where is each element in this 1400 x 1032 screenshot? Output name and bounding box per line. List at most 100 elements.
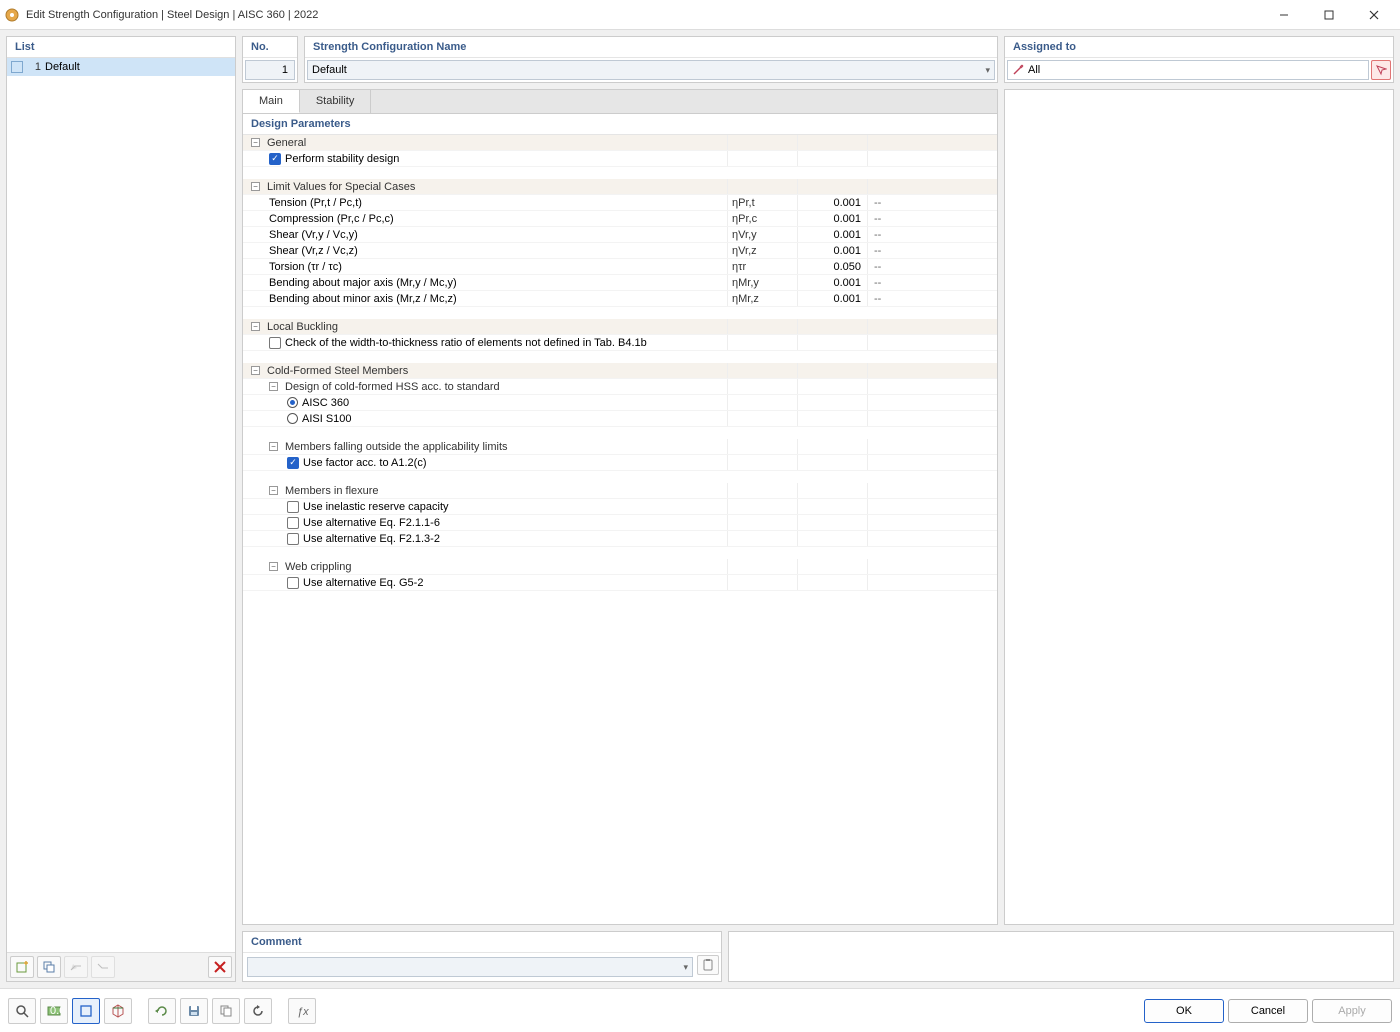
limit-row[interactable]: Shear (Vr,z / Vc,z) ηVr,z 0.001 -- [243, 243, 997, 259]
collapse-icon[interactable]: − [251, 138, 260, 147]
limit-row[interactable]: Bending about minor axis (Mr,z / Mc,z) η… [243, 291, 997, 307]
number-label: No. [243, 37, 297, 58]
group-local-buckling[interactable]: −Local Buckling [243, 319, 997, 335]
checkbox-perform-stability[interactable] [269, 153, 281, 165]
function-icon-button[interactable]: ƒх [288, 998, 316, 1024]
collapse-icon[interactable]: − [251, 182, 260, 191]
title-bar: Edit Strength Configuration | Steel Desi… [0, 0, 1400, 30]
window-title: Edit Strength Configuration | Steel Desi… [26, 9, 1261, 21]
group-general[interactable]: −General [243, 135, 997, 151]
checkbox-alt-f2116[interactable] [287, 517, 299, 529]
row-alt-f2116[interactable]: Use alternative Eq. F2.1.1-6 [243, 515, 997, 531]
collapse-icon[interactable]: − [251, 366, 260, 375]
copy-button[interactable] [37, 956, 61, 978]
comment-field[interactable]: ▾ [247, 957, 693, 977]
comment-label: Comment [243, 932, 721, 953]
name-value: Default [312, 64, 347, 76]
row-aisi-s100[interactable]: AISI S100 [243, 411, 997, 427]
collapse-icon[interactable]: − [269, 442, 278, 451]
save-icon-button[interactable] [180, 998, 208, 1024]
collapse-icon[interactable]: − [269, 562, 278, 571]
refresh-icon-button[interactable] [244, 998, 272, 1024]
row-alt-g52[interactable]: Use alternative Eq. G5-2 [243, 575, 997, 591]
view-icon-button[interactable] [72, 998, 100, 1024]
name-box: Strength Configuration Name Default ▾ [304, 36, 998, 83]
assigned-value: All [1028, 64, 1040, 76]
bottom-toolbar: 0.0 ƒх OK Cancel Apply [0, 988, 1400, 1032]
row-alt-f2132[interactable]: Use alternative Eq. F2.1.3-2 [243, 531, 997, 547]
assigned-label: Assigned to [1005, 37, 1393, 58]
assigned-box: Assigned to All [1004, 36, 1394, 83]
svg-text:ƒх: ƒх [297, 1006, 309, 1018]
limit-row[interactable]: Tension (Pr,t / Pc,t) ηPr,t 0.001 -- [243, 195, 997, 211]
tab-stability[interactable]: Stability [300, 90, 372, 113]
group-members-flexure[interactable]: −Members in flexure [243, 483, 997, 499]
radio-aisi-s100[interactable] [287, 413, 298, 424]
collapse-icon[interactable]: − [269, 382, 278, 391]
checkbox-alt-g52[interactable] [287, 577, 299, 589]
group-limit-values[interactable]: −Limit Values for Special Cases [243, 179, 997, 195]
app-icon [4, 7, 20, 23]
tab-main[interactable]: Main [243, 90, 300, 113]
chevron-down-icon: ▾ [683, 962, 688, 973]
comment-box: Comment ▾ [242, 931, 722, 982]
copy-icon-button[interactable] [212, 998, 240, 1024]
group-cold-formed[interactable]: −Cold-Formed Steel Members [243, 363, 997, 379]
checkbox-use-factor-a12c[interactable] [287, 457, 299, 469]
list-toolbar [7, 952, 235, 981]
row-name: Default [45, 61, 80, 73]
row-number: 1 [27, 61, 41, 73]
chevron-down-icon: ▾ [985, 65, 990, 76]
group-web-crippling[interactable]: −Web crippling [243, 559, 997, 575]
list-row[interactable]: 1 Default [7, 58, 235, 76]
number-box: No. 1 [242, 36, 298, 83]
list-header: List [7, 37, 235, 58]
group-members-outside[interactable]: −Members falling outside the applicabili… [243, 439, 997, 455]
tab-strip: Main Stability [242, 89, 998, 113]
model-icon-button[interactable] [104, 998, 132, 1024]
checkbox-inelastic-reserve[interactable] [287, 501, 299, 513]
radio-aisc360[interactable] [287, 397, 298, 408]
group-design-cf-hss[interactable]: −Design of cold-formed HSS acc. to stand… [243, 379, 997, 395]
checkbox-width-thickness[interactable] [269, 337, 281, 349]
collapse-icon[interactable]: − [269, 486, 278, 495]
apply-button[interactable]: Apply [1312, 999, 1392, 1023]
row-width-thickness[interactable]: Check of the width-to-thickness ratio of… [243, 335, 997, 351]
limit-row[interactable]: Shear (Vr,y / Vc,y) ηVr,y 0.001 -- [243, 227, 997, 243]
units-icon-button[interactable]: 0.0 [40, 998, 68, 1024]
delete-button[interactable] [208, 956, 232, 978]
tool-button-3[interactable] [64, 956, 88, 978]
minimize-button[interactable] [1261, 1, 1306, 29]
list-body: 1 Default [7, 58, 235, 952]
row-use-factor-a12c[interactable]: Use factor acc. to A1.2(c) [243, 455, 997, 471]
close-button[interactable] [1351, 1, 1396, 29]
tool-button-4[interactable] [91, 956, 115, 978]
name-label: Strength Configuration Name [305, 37, 997, 58]
limit-row[interactable]: Compression (Pr,c / Pc,c) ηPr,c 0.001 -- [243, 211, 997, 227]
preview-panel [1004, 89, 1394, 925]
row-icon [11, 61, 23, 73]
number-field[interactable]: 1 [245, 60, 295, 80]
comment-side-panel [728, 931, 1394, 982]
row-perform-stability[interactable]: Perform stability design [243, 151, 997, 167]
svg-text:0.0: 0.0 [50, 1005, 61, 1017]
new-button[interactable] [10, 956, 34, 978]
list-panel: List 1 Default [6, 36, 236, 982]
wand-icon [1012, 64, 1024, 76]
name-combo[interactable]: Default ▾ [307, 60, 995, 80]
assigned-field[interactable]: All [1007, 60, 1369, 80]
limit-row[interactable]: Torsion (τr / τc) ητr 0.050 -- [243, 259, 997, 275]
search-icon-button[interactable] [8, 998, 36, 1024]
run-icon-button[interactable] [148, 998, 176, 1024]
parameters-tree: −General Perform stability design −Limit… [243, 135, 997, 591]
collapse-icon[interactable]: − [251, 322, 260, 331]
comment-paste-button[interactable] [697, 955, 719, 975]
limit-row[interactable]: Bending about major axis (Mr,y / Mc,y) η… [243, 275, 997, 291]
row-aisc360[interactable]: AISC 360 [243, 395, 997, 411]
row-inelastic-reserve[interactable]: Use inelastic reserve capacity [243, 499, 997, 515]
pick-button[interactable] [1371, 60, 1391, 80]
ok-button[interactable]: OK [1144, 999, 1224, 1023]
maximize-button[interactable] [1306, 1, 1351, 29]
cancel-button[interactable]: Cancel [1228, 999, 1308, 1023]
checkbox-alt-f2132[interactable] [287, 533, 299, 545]
